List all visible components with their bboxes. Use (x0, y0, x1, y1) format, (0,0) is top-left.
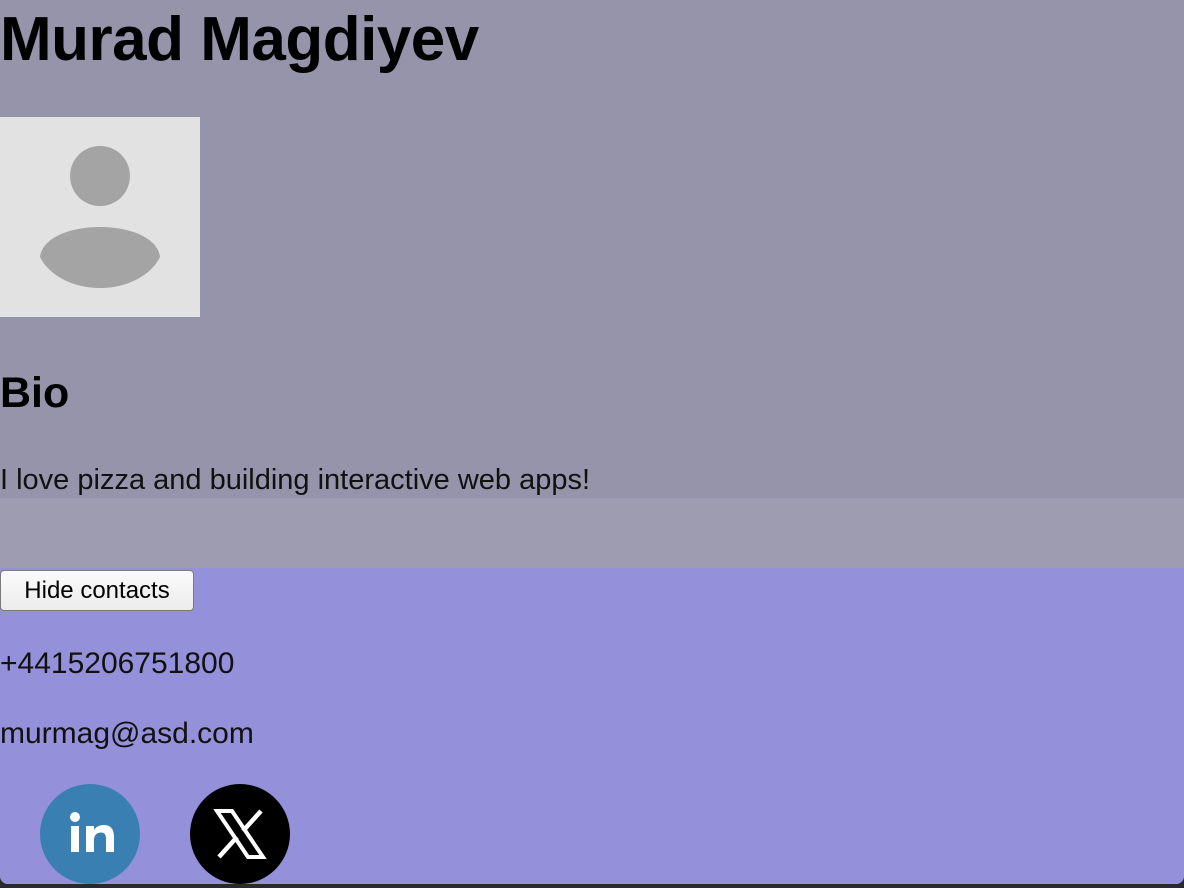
bio-text: I love pizza and building interactive we… (0, 464, 591, 496)
contacts-section: Hide contacts +4415206751800 murmag@asd.… (0, 568, 1184, 884)
phone-number: +4415206751800 (0, 647, 235, 680)
page: Murad Magdiyev Bio I love pizza and buil… (0, 0, 1184, 884)
email-address: murmag@asd.com (0, 717, 254, 750)
linkedin-icon (70, 812, 114, 852)
linkedin-link[interactable] (40, 784, 140, 884)
hide-contacts-button[interactable]: Hide contacts (0, 570, 194, 611)
section-divider (0, 498, 1184, 568)
bio-heading: Bio (0, 369, 70, 417)
x-link[interactable] (190, 784, 290, 884)
profile-name: Murad Magdiyev (0, 5, 479, 74)
user-placeholder-icon (40, 146, 160, 288)
profile-section: Murad Magdiyev Bio I love pizza and buil… (0, 0, 1184, 498)
x-icon (213, 809, 267, 859)
avatar (0, 117, 200, 317)
